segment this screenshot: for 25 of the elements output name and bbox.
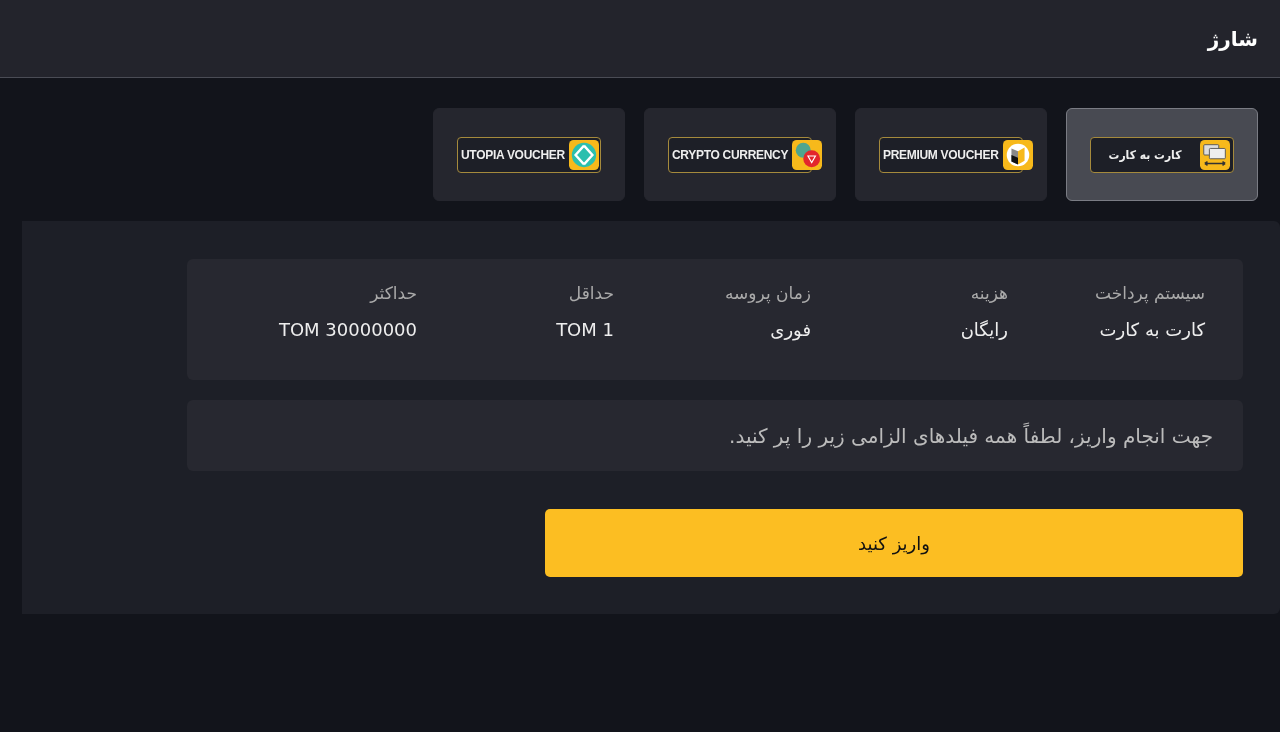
deposit-button[interactable]: واریز کنید [545, 509, 1243, 577]
info-label: سیستم پرداخت [1094, 283, 1205, 303]
info-label: هزینه [969, 283, 1008, 303]
exchange-icon [568, 139, 599, 170]
cards-icon [1200, 139, 1230, 170]
payment-method-tab[interactable]: کارت به کارت [1066, 108, 1258, 201]
info-value: رایگان [959, 319, 1008, 340]
coins-icon [792, 139, 823, 170]
info-label: حداقل [567, 283, 614, 303]
info-value: فوری [769, 319, 811, 340]
method-label: CRYPTO CURRENCY [672, 147, 789, 162]
info-value: TOM 30000000 [277, 319, 417, 340]
notice-text: جهت انجام واریز، لطفاً همه فیلدهای الزامی زیر را پر کنید. [729, 423, 1213, 448]
info-value: TOM 1 [555, 319, 614, 340]
cube-icon [1002, 139, 1033, 170]
info-label: حداکثر [368, 283, 417, 303]
page-title: شارژ [1207, 26, 1258, 51]
info-value: کارت به کارت [1098, 319, 1205, 340]
payment-method-tab[interactable]: CRYPTO CURRENCY [644, 108, 836, 201]
payment-method-tab[interactable]: PREMIUM VOUCHER [855, 108, 1047, 201]
method-label: UTOPIA VOUCHER [461, 147, 565, 162]
method-label: PREMIUM VOUCHER [883, 147, 999, 162]
info-label: زمان پروسه [723, 283, 811, 303]
method-label: کارت به کارت [1107, 147, 1183, 162]
payment-method-tab[interactable]: UTOPIA VOUCHER [433, 108, 625, 201]
